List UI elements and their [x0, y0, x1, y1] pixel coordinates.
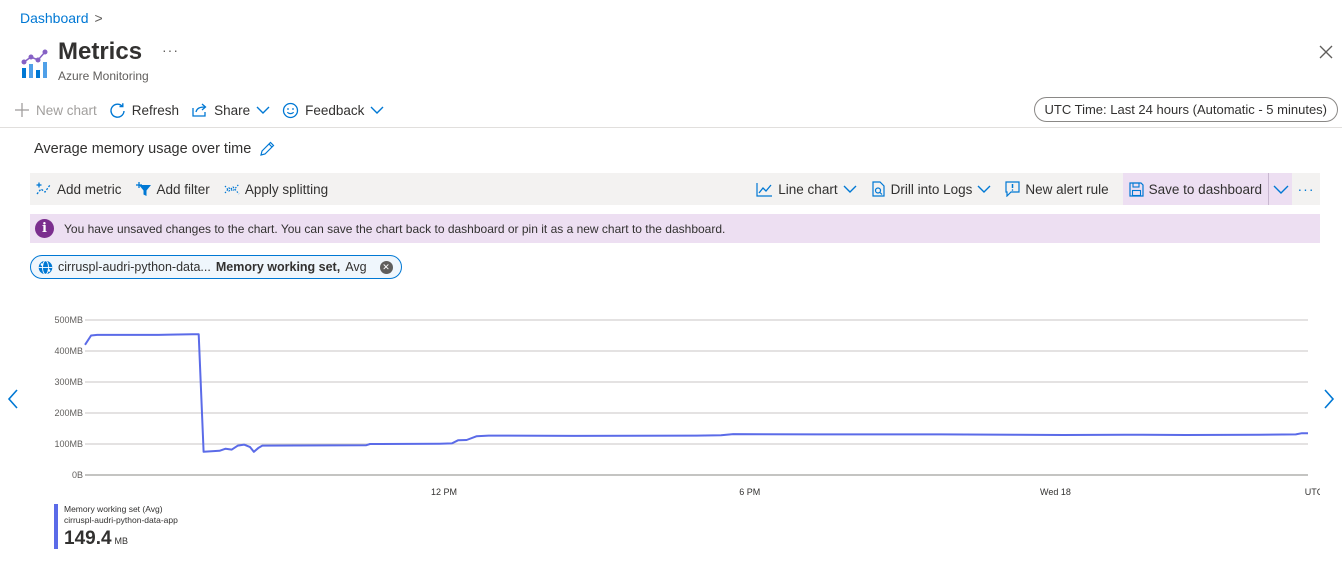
command-bar-divider [0, 127, 1342, 128]
drill-into-logs-label: Drill into Logs [890, 181, 973, 197]
legend-metric-name: Memory working set (Avg) [64, 504, 163, 514]
line-chart-icon [756, 182, 773, 197]
chevron-right-icon[interactable] [1322, 388, 1336, 410]
share-icon [192, 103, 207, 117]
pencil-icon[interactable] [259, 141, 275, 157]
page-subtitle: Azure Monitoring [58, 69, 149, 83]
metric-pill[interactable]: cirruspl-audri-python-data... Memory wor… [30, 255, 402, 279]
metric-pill-resource: cirruspl-audri-python-data... [58, 260, 211, 274]
chevron-left-icon[interactable] [6, 388, 20, 410]
y-tick-label: 400MB [54, 346, 83, 356]
save-to-dashboard-button[interactable]: Save to dashboard [1122, 173, 1268, 205]
refresh-label: Refresh [131, 102, 180, 118]
save-to-dashboard-label: Save to dashboard [1148, 181, 1262, 197]
y-tick-label: 200MB [54, 408, 83, 418]
legend-value: 149.4 [64, 528, 112, 549]
metrics-logo-icon [21, 49, 48, 78]
chart-title-text: Average memory usage over time [34, 141, 252, 157]
filter-icon [135, 181, 151, 196]
y-tick-label: 300MB [54, 377, 83, 387]
new-chart-label: New chart [36, 102, 97, 118]
smiley-icon [282, 102, 299, 118]
share-label: Share [214, 102, 251, 118]
metric-pill-aggregation: Avg [345, 260, 367, 274]
alert-icon [1005, 181, 1020, 197]
y-tick-label: 100MB [54, 439, 83, 449]
refresh-button[interactable]: Refresh [109, 102, 179, 119]
x-tick-label: 6 PM [739, 487, 760, 497]
page-header: Metrics Azure Monitoring [20, 38, 149, 83]
breadcrumb-separator: > [94, 10, 103, 26]
splitting-icon [224, 183, 240, 195]
legend-unit: MB [114, 536, 129, 546]
toolbar-more-button[interactable]: ··· [1292, 181, 1320, 197]
add-metric-button[interactable]: Add metric [36, 182, 122, 197]
new-alert-rule-label: New alert rule [1025, 181, 1109, 197]
add-metric-label: Add metric [57, 181, 122, 197]
logs-icon [871, 181, 885, 197]
chevron-down-icon [977, 185, 991, 193]
time-range-picker[interactable]: UTC Time: Last 24 hours (Automatic - 5 m… [1033, 97, 1338, 122]
legend-color-swatch [54, 504, 58, 549]
line-chart-button[interactable]: Line chart [756, 181, 857, 197]
drill-into-logs-button[interactable]: Drill into Logs [871, 181, 992, 197]
info-icon: i [35, 219, 54, 238]
command-bar: New chart Refresh Share Feedback [14, 98, 396, 122]
page-title: Metrics [58, 38, 143, 65]
memory-line-chart: 500MB 400MB 300MB 200MB 100MB 0B 12 PM 6 PM Wed … [54, 315, 1320, 497]
chart-title: Average memory usage over time [34, 141, 275, 157]
chevron-down-icon [843, 185, 857, 193]
chevron-down-icon [1273, 185, 1288, 194]
metric-pill-metric: Memory working set, [215, 260, 341, 274]
x-tick-label: Wed 18 [1040, 487, 1071, 497]
save-icon [1129, 181, 1144, 197]
feedback-label: Feedback [305, 102, 365, 118]
chart-toolbar: Add metric Add filter Apply splitting Li… [30, 173, 1320, 205]
remove-metric-icon[interactable]: ✕ [379, 260, 393, 274]
chevron-down-icon [370, 106, 384, 114]
feedback-button[interactable]: Feedback [282, 102, 384, 119]
refresh-icon [110, 102, 125, 118]
new-alert-rule-button[interactable]: New alert rule [1005, 181, 1109, 197]
banner-message: You have unsaved changes to the chart. Y… [64, 221, 726, 236]
breadcrumb: Dashboard > [20, 10, 103, 26]
app-service-icon [38, 259, 53, 275]
share-button[interactable]: Share [191, 102, 270, 118]
new-chart-button[interactable]: New chart [14, 102, 97, 118]
series-line-memory-working-set[interactable] [84, 333, 1308, 453]
apply-splitting-button[interactable]: Apply splitting [224, 182, 328, 197]
chevron-down-icon [256, 106, 270, 114]
x-axis-unit-label: UTC [1305, 487, 1320, 497]
legend-resource-name: cirruspl-audri-python-data-app [64, 515, 178, 525]
more-options-button[interactable]: ··· [162, 42, 179, 58]
add-filter-label: Add filter [156, 181, 210, 197]
apply-splitting-label: Apply splitting [244, 181, 329, 197]
unsaved-changes-banner: i You have unsaved changes to the chart.… [30, 214, 1320, 243]
y-tick-label: 500MB [54, 315, 83, 325]
close-icon[interactable] [1318, 44, 1334, 60]
plus-icon [15, 103, 29, 117]
save-options-dropdown[interactable] [1268, 173, 1292, 205]
add-filter-button[interactable]: Add filter [135, 181, 210, 197]
chart-legend[interactable]: Memory working set (Avg) cirruspl-audri-… [54, 504, 178, 550]
breadcrumb-dashboard-link[interactable]: Dashboard [20, 10, 89, 26]
x-tick-label: 12 PM [431, 487, 457, 497]
y-tick-label: 0B [72, 470, 83, 480]
line-chart-label: Line chart [778, 181, 838, 197]
add-metric-icon [36, 182, 51, 195]
